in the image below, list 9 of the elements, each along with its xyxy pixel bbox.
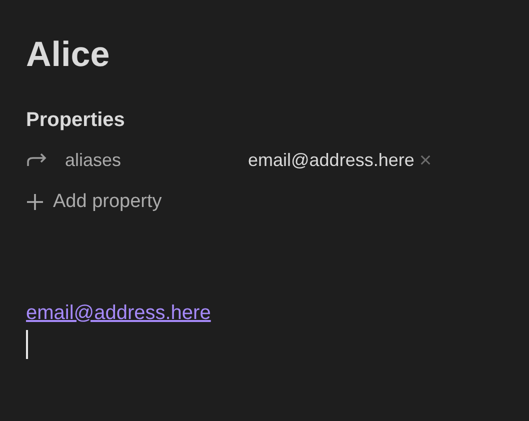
- plus-icon: [26, 193, 44, 211]
- properties-heading: Properties: [26, 108, 125, 133]
- email-link[interactable]: email@address.here: [26, 300, 211, 326]
- property-value[interactable]: email@address.here: [248, 150, 414, 170]
- note-title: Alice: [26, 34, 110, 76]
- add-property-button[interactable]: Add property: [26, 187, 162, 217]
- text-cursor: [26, 330, 28, 359]
- property-name: aliases: [65, 150, 122, 170]
- redirect-arrow-icon: [26, 152, 48, 168]
